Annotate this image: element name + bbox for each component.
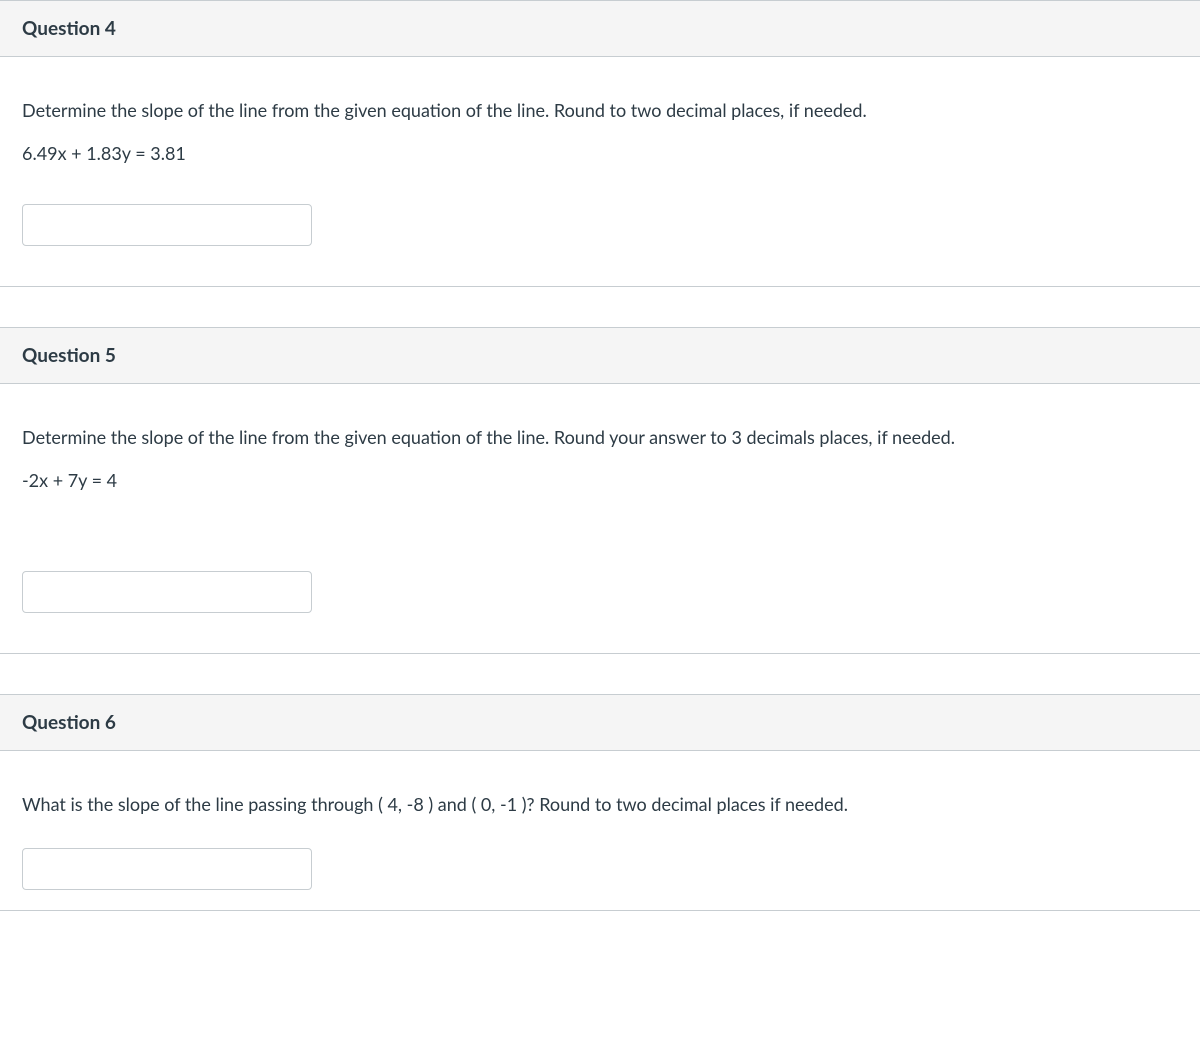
question-6-body: What is the slope of the line passing th… xyxy=(0,751,1200,910)
question-6-block: Question 6 What is the slope of the line… xyxy=(0,694,1200,911)
question-5-title: Question 5 xyxy=(22,344,1178,367)
question-4-title: Question 4 xyxy=(22,17,1178,40)
question-4-header: Question 4 xyxy=(0,1,1200,57)
question-6-answer-input[interactable] xyxy=(22,848,312,890)
question-5-answer-input[interactable] xyxy=(22,571,312,613)
question-5-header: Question 5 xyxy=(0,328,1200,384)
question-6-prompt: What is the slope of the line passing th… xyxy=(22,791,1178,818)
question-5-block: Question 5 Determine the slope of the li… xyxy=(0,327,1200,654)
question-4-prompt: Determine the slope of the line from the… xyxy=(22,97,1178,124)
question-4-block: Question 4 Determine the slope of the li… xyxy=(0,0,1200,287)
question-5-body: Determine the slope of the line from the… xyxy=(0,384,1200,653)
question-4-answer-input[interactable] xyxy=(22,204,312,246)
question-5-prompt: Determine the slope of the line from the… xyxy=(22,424,1178,451)
question-5-equation: -2x + 7y = 4 xyxy=(22,469,1178,491)
question-6-header: Question 6 xyxy=(0,695,1200,751)
question-4-body: Determine the slope of the line from the… xyxy=(0,57,1200,286)
question-4-equation: 6.49x + 1.83y = 3.81 xyxy=(22,142,1178,164)
question-6-title: Question 6 xyxy=(22,711,1178,734)
